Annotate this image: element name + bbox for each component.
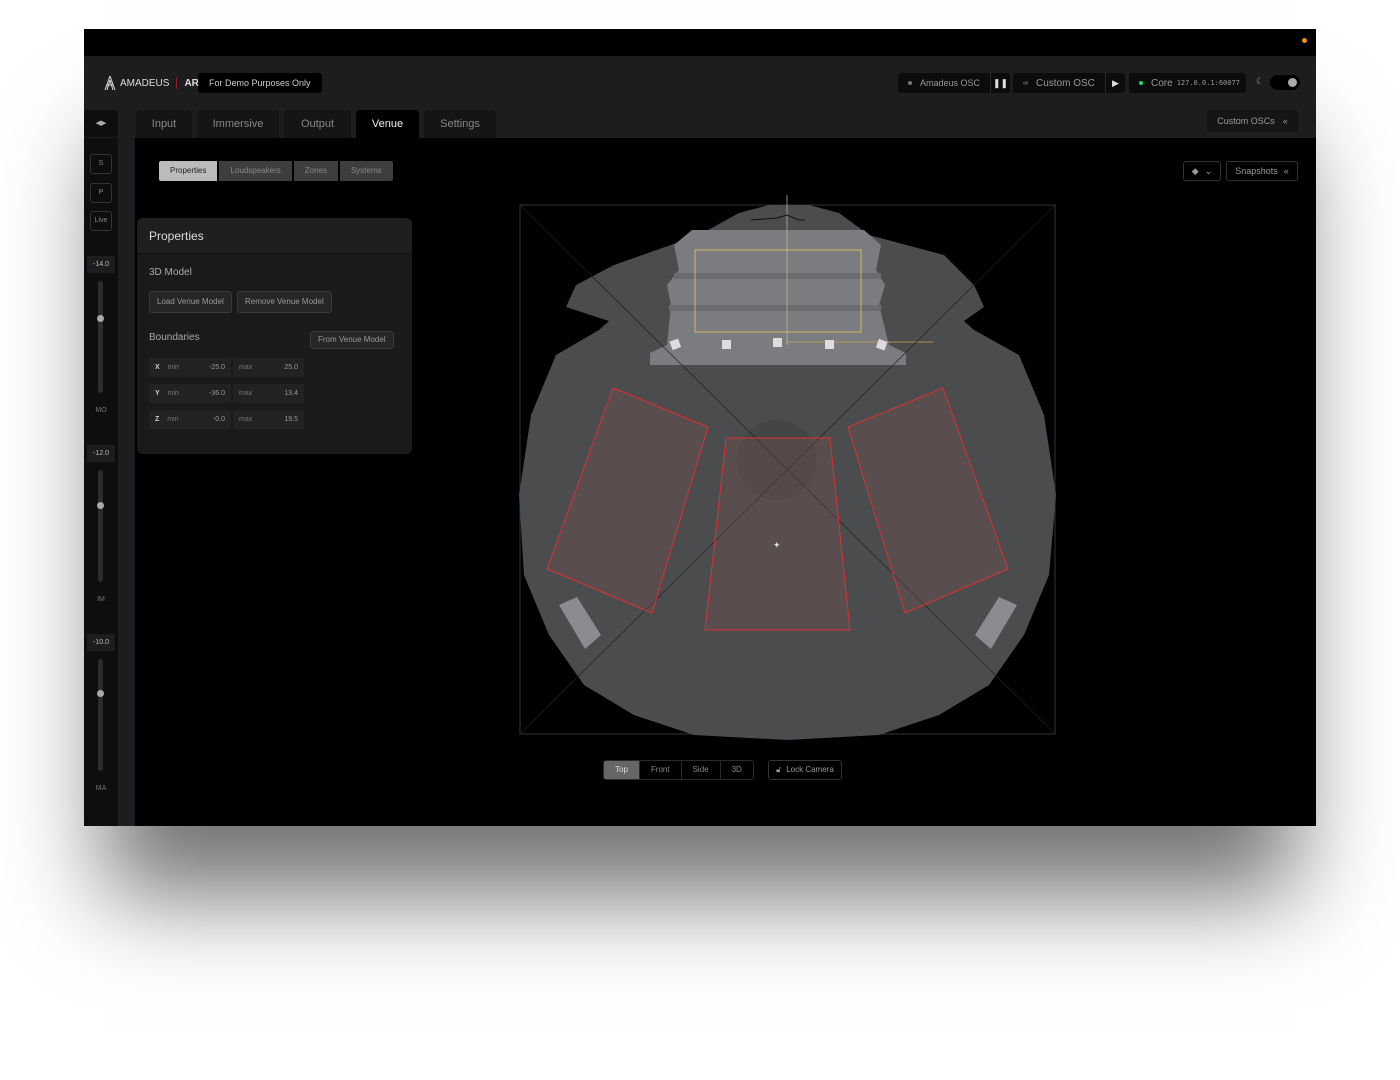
panel-title: Properties (137, 218, 412, 254)
fader-value[interactable]: -10.0 (87, 634, 115, 651)
remove-venue-model-button[interactable]: Remove Venue Model (237, 291, 332, 313)
subtab-properties[interactable]: Properties (159, 161, 218, 181)
listener-icon: ✦ (773, 540, 781, 550)
collapse-sidebar-button[interactable]: ◀▶ (84, 110, 118, 137)
core-label: Core (1151, 77, 1173, 89)
view-3d-button[interactable]: 3D (721, 761, 753, 779)
chevrons-left-icon: « (1282, 116, 1288, 126)
zone-center[interactable] (704, 437, 851, 631)
title-bar (84, 29, 1316, 56)
min-input[interactable]: -36.0 (209, 390, 225, 397)
max-input[interactable]: 25.0 (284, 364, 298, 371)
subtab-systems[interactable]: Systems (339, 161, 393, 181)
fader-label: MA (95, 785, 107, 792)
tab-settings[interactable]: Settings (424, 110, 496, 138)
venue-subtabs: Properties Loudspeakers Zones Systems (159, 161, 393, 181)
play-icon: ▶ (1111, 77, 1119, 88)
from-venue-model-button[interactable]: From Venue Model (310, 331, 394, 349)
sidebar-gutter (118, 110, 135, 826)
chevrons-left-icon: « (1283, 166, 1289, 176)
fader-value[interactable]: -14.0 (87, 256, 115, 273)
model-heading: 3D Model (149, 267, 192, 278)
view-front-button[interactable]: Front (640, 761, 682, 779)
speaker-icon (722, 340, 731, 349)
core-connection[interactable]: Core 127.0.0.1:60077 (1129, 73, 1246, 93)
arrows-left-right-icon: ◀▶ (95, 120, 107, 127)
theme-toggle[interactable] (1270, 75, 1300, 90)
chevron-down-icon: ⌄ (1204, 165, 1213, 176)
layers-dropdown[interactable]: ◆ ⌄ (1183, 161, 1221, 181)
demo-badge: For Demo Purposes Only (198, 73, 322, 93)
fader-handle[interactable] (97, 689, 104, 697)
moon-icon: ☾ (1256, 76, 1265, 86)
view-side-button[interactable]: Side (682, 761, 721, 779)
properties-panel: Properties 3D Model Load Venue Model Rem… (137, 218, 412, 454)
fader-handle[interactable] (97, 314, 104, 322)
view-mode-selector: Top Front Side 3D (603, 760, 754, 780)
tab-input[interactable]: Input (136, 110, 192, 138)
boundaries-heading: Boundaries (149, 332, 200, 343)
fader-track[interactable] (97, 281, 104, 393)
pause-icon: ❚❚ (992, 77, 1009, 88)
left-strip: S P Live -14.0 MO -12.0 IM -10.0 MA (84, 138, 118, 826)
unlock-icon: 🔓︎ (776, 765, 782, 774)
speaker-icon (825, 340, 834, 349)
p-button[interactable]: P (90, 183, 112, 203)
tab-venue[interactable]: Venue (356, 110, 419, 138)
fader-handle[interactable] (97, 501, 104, 509)
boundary-row: Ymin -36.0 max 13.4 (149, 384, 304, 403)
logo: AMADEUS ART (104, 75, 205, 91)
status-dot (1302, 38, 1307, 43)
max-input[interactable]: 13.4 (284, 390, 298, 397)
min-input[interactable]: -25.0 (209, 364, 225, 371)
stage-step (674, 273, 881, 279)
boundary-row: Xmin -25.0 max 25.0 (149, 358, 304, 377)
subtab-loudspeakers[interactable]: Loudspeakers (219, 161, 292, 181)
custom-osc-label: Custom OSC (1036, 77, 1095, 89)
play-button[interactable]: ▶ (1104, 73, 1125, 93)
min-input[interactable]: -0.0 (213, 416, 225, 423)
custom-oscs-button[interactable]: Custom OSCs « (1207, 110, 1298, 132)
pause-button[interactable]: ❚❚ (990, 73, 1010, 93)
boundary-row: Zmin -0.0 max 19.5 (149, 410, 304, 429)
fader-label: MO (95, 407, 107, 414)
venue-3d-viewport[interactable]: ✦ (519, 195, 1059, 740)
amadeus-osc-label: Amadeus OSC (920, 78, 981, 88)
speaker-icon (773, 338, 782, 347)
connected-dot (1139, 81, 1143, 85)
subtab-zones[interactable]: Zones (293, 161, 338, 181)
stage-step (669, 305, 881, 311)
layers-icon: ◆ (1191, 165, 1199, 176)
fader-track[interactable] (97, 659, 104, 771)
fader-track[interactable] (97, 470, 104, 582)
link-icon: ∞ (1023, 79, 1028, 87)
status-dot (908, 81, 912, 85)
max-input[interactable]: 19.5 (284, 416, 298, 423)
amadeus-osc-control: Amadeus OSC ❚❚ (898, 73, 1011, 93)
amadeus-logo-icon (104, 75, 116, 91)
fader-value[interactable]: -12.0 (87, 445, 115, 462)
custom-osc-control: ∞ Custom OSC ▶ (1013, 73, 1125, 93)
lock-camera-button[interactable]: 🔓︎ Lock Camera (768, 760, 842, 780)
load-venue-model-button[interactable]: Load Venue Model (149, 291, 232, 313)
fader-label: IM (97, 596, 105, 603)
app-window: AMADEUS ART For Demo Purposes Only Amadeu… (84, 29, 1316, 826)
tab-immersive[interactable]: Immersive (197, 110, 279, 138)
core-address: 127.0.0.1:60077 (1176, 79, 1240, 87)
snapshots-button[interactable]: Snapshots « (1226, 161, 1298, 181)
brand-name: AMADEUS (120, 77, 170, 89)
view-top-button[interactable]: Top (604, 761, 640, 779)
solo-button[interactable]: S (90, 154, 112, 174)
live-button[interactable]: Live (90, 211, 112, 231)
tab-output[interactable]: Output (284, 110, 351, 138)
